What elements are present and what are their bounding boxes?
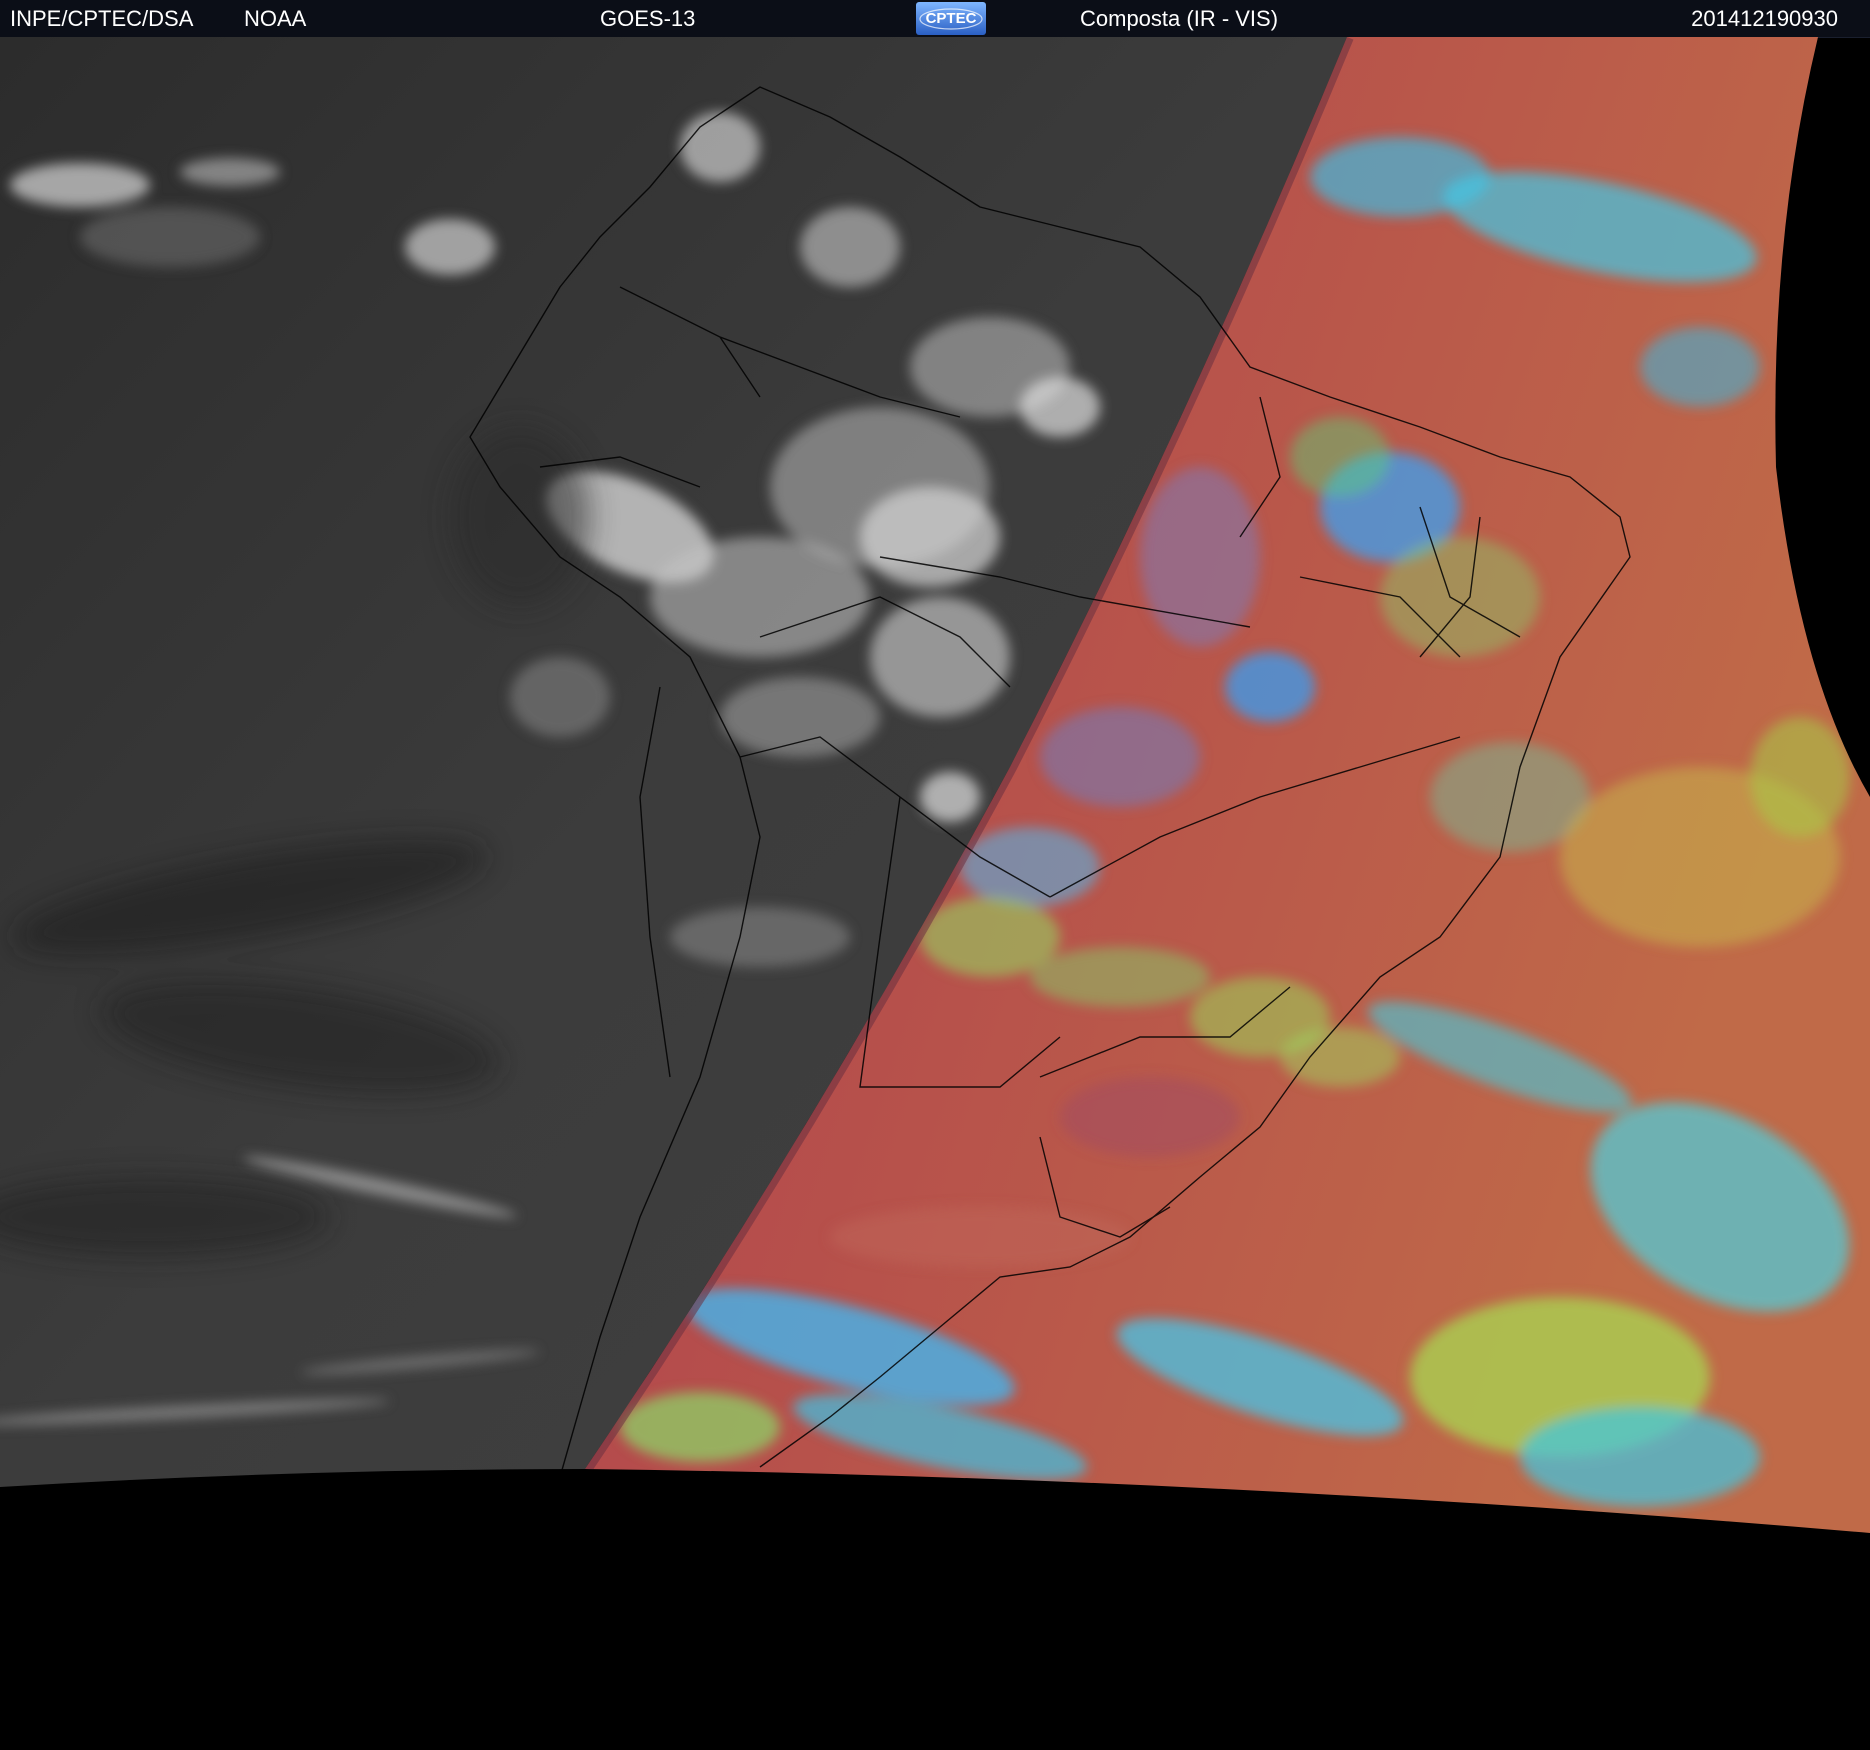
satellite-label: GOES-13 <box>600 6 696 31</box>
cptec-logo: CPTEC <box>916 2 986 35</box>
satellite-composite-map <box>0 37 1870 1533</box>
logo-text: CPTEC <box>926 10 977 27</box>
timestamp-label: 201412190930 <box>1691 6 1838 31</box>
organization-label: INPE/CPTEC/DSA <box>10 6 194 31</box>
header-bar: INPE/CPTEC/DSA NOAA GOES-13 CPTEC Compos… <box>0 0 1870 38</box>
agency-label: NOAA <box>244 6 307 31</box>
product-label: Composta (IR - VIS) <box>1080 6 1279 31</box>
